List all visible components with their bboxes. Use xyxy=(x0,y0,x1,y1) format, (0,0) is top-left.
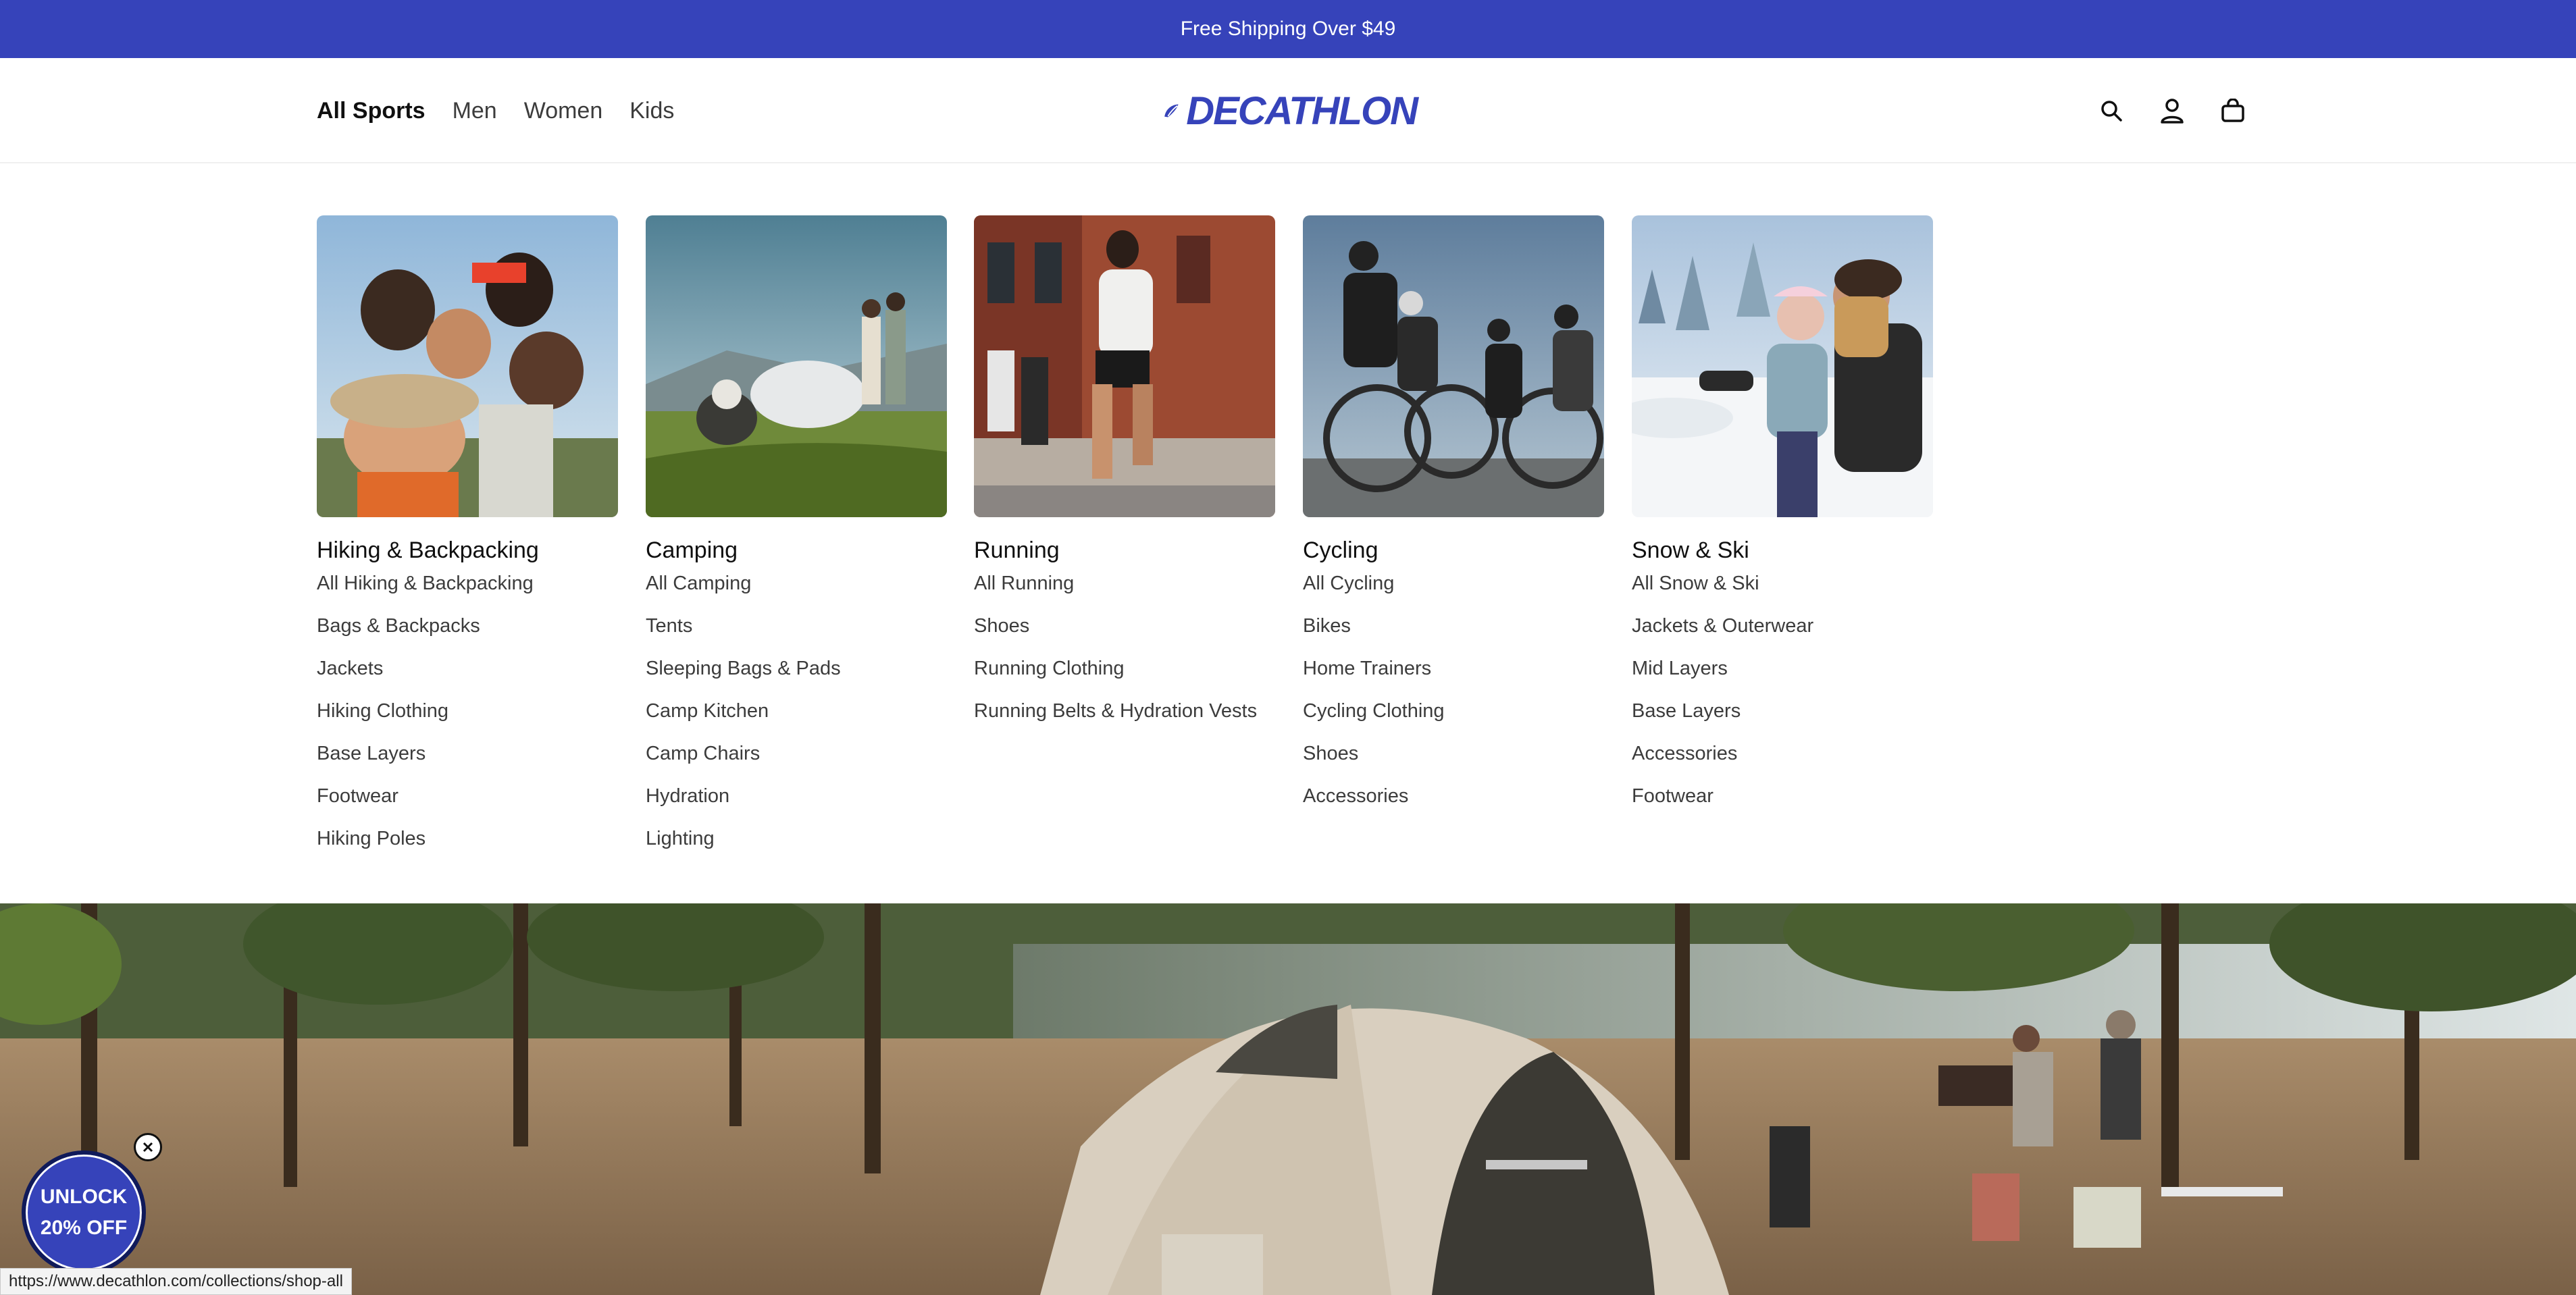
logo-mark-icon xyxy=(1164,104,1179,117)
site-logo[interactable]: DECATHLON xyxy=(1163,88,1418,133)
menu-link[interactable]: Tents xyxy=(646,612,947,655)
menu-link[interactable]: Lighting xyxy=(646,825,947,868)
running-title[interactable]: Running xyxy=(974,536,1275,564)
mega-menu: Hiking & Backpacking All Hiking & Backpa… xyxy=(0,163,2576,903)
snow-ski-title[interactable]: Snow & Ski xyxy=(1632,536,1933,564)
site-header: All Sports Men Women Kids DECATHLON xyxy=(0,58,2576,163)
hero-banner[interactable] xyxy=(0,903,2576,1295)
menu-link[interactable]: Jackets & Outerwear xyxy=(1632,612,1933,655)
promo-badge-line2: 20% OFF xyxy=(40,1217,128,1239)
running-links: All Running Shoes Running Clothing Runni… xyxy=(974,570,1275,740)
menu-link[interactable]: Cycling Clothing xyxy=(1303,697,1604,740)
cart-icon[interactable] xyxy=(2219,97,2246,124)
menu-link[interactable]: Accessories xyxy=(1632,740,1933,783)
account-icon[interactable] xyxy=(2159,97,2186,124)
menu-link[interactable]: Base Layers xyxy=(317,740,618,783)
cycling-title[interactable]: Cycling xyxy=(1303,536,1604,564)
snow-ski-image[interactable] xyxy=(1632,215,1933,517)
header-actions xyxy=(2098,58,2246,163)
main-nav: All Sports Men Women Kids xyxy=(317,58,674,163)
nav-all-sports[interactable]: All Sports xyxy=(317,98,426,124)
discount-promo-badge[interactable]: UNLOCK 20% OFF xyxy=(22,1151,146,1275)
menu-link[interactable]: Bags & Backpacks xyxy=(317,612,618,655)
hiking-links: All Hiking & Backpacking Bags & Backpack… xyxy=(317,570,618,868)
menu-link[interactable]: Footwear xyxy=(1632,783,1933,825)
menu-link[interactable]: Running Clothing xyxy=(974,655,1275,697)
hiking-title[interactable]: Hiking & Backpacking xyxy=(317,536,618,564)
promo-bar-text: Free Shipping Over $49 xyxy=(1180,18,1396,40)
camping-image[interactable] xyxy=(646,215,947,517)
menu-link[interactable]: Base Layers xyxy=(1632,697,1933,740)
menu-link[interactable]: Jackets xyxy=(317,655,618,697)
menu-link[interactable]: Shoes xyxy=(1303,740,1604,783)
menu-link[interactable]: Hiking Poles xyxy=(317,825,618,868)
status-url: https://www.decathlon.com/collections/sh… xyxy=(0,1268,352,1295)
menu-link[interactable]: Mid Layers xyxy=(1632,655,1933,697)
camping-links: All Camping Tents Sleeping Bags & Pads C… xyxy=(646,570,947,868)
menu-column-camping: Camping All Camping Tents Sleeping Bags … xyxy=(646,215,947,868)
nav-men[interactable]: Men xyxy=(453,98,497,124)
menu-link[interactable]: All Snow & Ski xyxy=(1632,570,1933,612)
nav-women[interactable]: Women xyxy=(524,98,603,124)
menu-link[interactable]: Camp Chairs xyxy=(646,740,947,783)
menu-link[interactable]: Running Belts & Hydration Vests xyxy=(974,697,1275,740)
menu-link[interactable]: Sleeping Bags & Pads xyxy=(646,655,947,697)
menu-link[interactable]: Footwear xyxy=(317,783,618,825)
snow-ski-links: All Snow & Ski Jackets & Outerwear Mid L… xyxy=(1632,570,1933,825)
search-icon[interactable] xyxy=(2098,97,2125,124)
menu-column-hiking: Hiking & Backpacking All Hiking & Backpa… xyxy=(317,215,618,868)
promo-bar: Free Shipping Over $49 xyxy=(0,0,2576,58)
nav-kids[interactable]: Kids xyxy=(629,98,674,124)
cycling-links: All Cycling Bikes Home Trainers Cycling … xyxy=(1303,570,1604,825)
menu-link[interactable]: Bikes xyxy=(1303,612,1604,655)
menu-link[interactable]: All Cycling xyxy=(1303,570,1604,612)
promo-badge-line1: UNLOCK xyxy=(40,1186,128,1208)
menu-column-cycling: Cycling All Cycling Bikes Home Trainers … xyxy=(1303,215,1604,825)
close-icon[interactable] xyxy=(134,1133,162,1161)
camping-title[interactable]: Camping xyxy=(646,536,947,564)
running-image[interactable] xyxy=(974,215,1275,517)
menu-link[interactable]: Hiking Clothing xyxy=(317,697,618,740)
menu-link[interactable]: All Camping xyxy=(646,570,947,612)
cycling-image[interactable] xyxy=(1303,215,1604,517)
logo-text: DECATHLON xyxy=(1186,88,1418,133)
menu-link[interactable]: Hydration xyxy=(646,783,947,825)
hiking-image[interactable] xyxy=(317,215,618,517)
menu-link[interactable]: Home Trainers xyxy=(1303,655,1604,697)
menu-link[interactable]: Camp Kitchen xyxy=(646,697,947,740)
menu-column-snow-ski: Snow & Ski All Snow & Ski Jackets & Oute… xyxy=(1632,215,1933,825)
menu-link[interactable]: Accessories xyxy=(1303,783,1604,825)
menu-column-running: Running All Running Shoes Running Clothi… xyxy=(974,215,1275,740)
menu-link[interactable]: All Running xyxy=(974,570,1275,612)
menu-link[interactable]: Shoes xyxy=(974,612,1275,655)
menu-link[interactable]: All Hiking & Backpacking xyxy=(317,570,618,612)
